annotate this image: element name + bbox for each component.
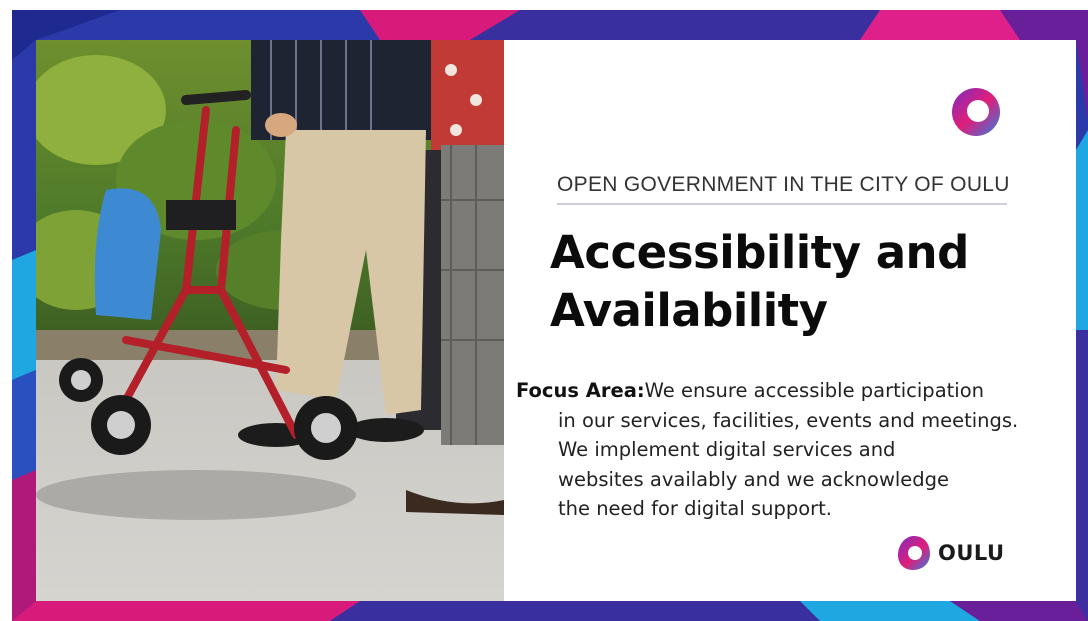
- slide-title: Accessibility and Availability: [550, 224, 1050, 340]
- oulu-brand-logo: OULU: [896, 534, 1016, 574]
- oulu-leaf-logo-icon: [898, 536, 930, 570]
- oulu-ring-logo-icon: [952, 88, 1000, 136]
- title-line-1: Accessibility and: [550, 226, 969, 279]
- title-line-2: Availability: [550, 284, 828, 337]
- slide-content: OPEN GOVERNMENT IN THE CITY OF OULU Acce…: [504, 40, 1076, 601]
- focus-line-1: Focus Area:We ensure accessible particip…: [516, 376, 1066, 406]
- focus-area-text: Focus Area:We ensure accessible particip…: [516, 376, 1066, 524]
- kicker-text: OPEN GOVERNMENT IN THE CITY OF OULU: [557, 173, 1010, 196]
- photo-walker: [36, 40, 504, 601]
- focus-line-1-text: We ensure accessible participation: [644, 379, 984, 402]
- kicker-divider: [557, 203, 1007, 205]
- focus-line-2: in our services, facilities, events and …: [558, 408, 1019, 432]
- focus-line-4: websites availably and we acknowledge: [558, 467, 950, 491]
- focus-area-label: Focus Area:: [516, 379, 645, 402]
- focus-line-3: We implement digital services and: [558, 438, 896, 461]
- walker-photo-illustration: [36, 40, 504, 601]
- focus-line-5: the need for digital support.: [558, 497, 833, 520]
- slide-frame: OPEN GOVERNMENT IN THE CITY OF OULU Acce…: [0, 0, 1088, 621]
- oulu-wordmark: OULU: [938, 541, 1005, 565]
